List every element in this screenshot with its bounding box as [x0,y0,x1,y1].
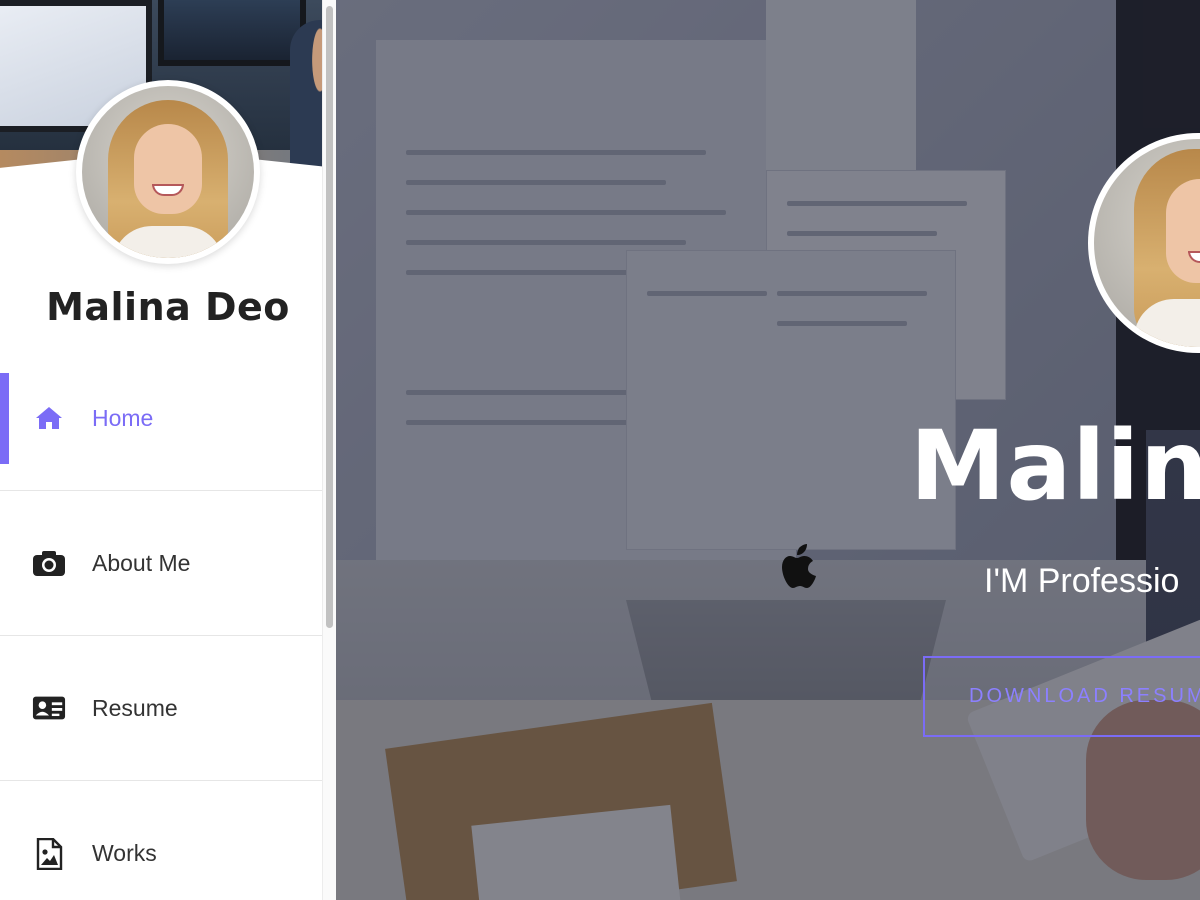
sidebar: Malina Deo Home About Me Resume Works [0,0,336,900]
nav-item-label: Home [92,404,154,431]
nav-item-about-me[interactable]: About Me [0,491,336,636]
nav-item-home[interactable]: Home [0,346,336,491]
nav-item-label: About Me [92,549,191,576]
profile-avatar [76,80,260,264]
sidebar-scroll-thumb[interactable] [326,6,333,628]
camera-icon [32,548,66,578]
nav-item-works[interactable]: Works [0,781,336,900]
home-icon [32,403,66,433]
nav-item-label: Resume [92,694,178,721]
hero-tagline: I'M Professio [984,562,1180,600]
nav-item-label: Works [92,840,157,866]
nav-item-resume[interactable]: Resume [0,636,336,781]
sidebar-scrollbar[interactable] [322,0,336,900]
hero-title: Malin [910,410,1200,522]
id-card-icon [32,693,66,723]
hero-section: Malin I'M Professio DOWNLOAD RESUM [336,0,1200,900]
profile-name: Malina Deo [46,285,290,329]
image-file-icon [32,837,66,870]
apple-logo-icon [782,544,816,588]
download-resume-button[interactable]: DOWNLOAD RESUM [923,656,1200,737]
main-nav: Home About Me Resume Works [0,346,336,900]
